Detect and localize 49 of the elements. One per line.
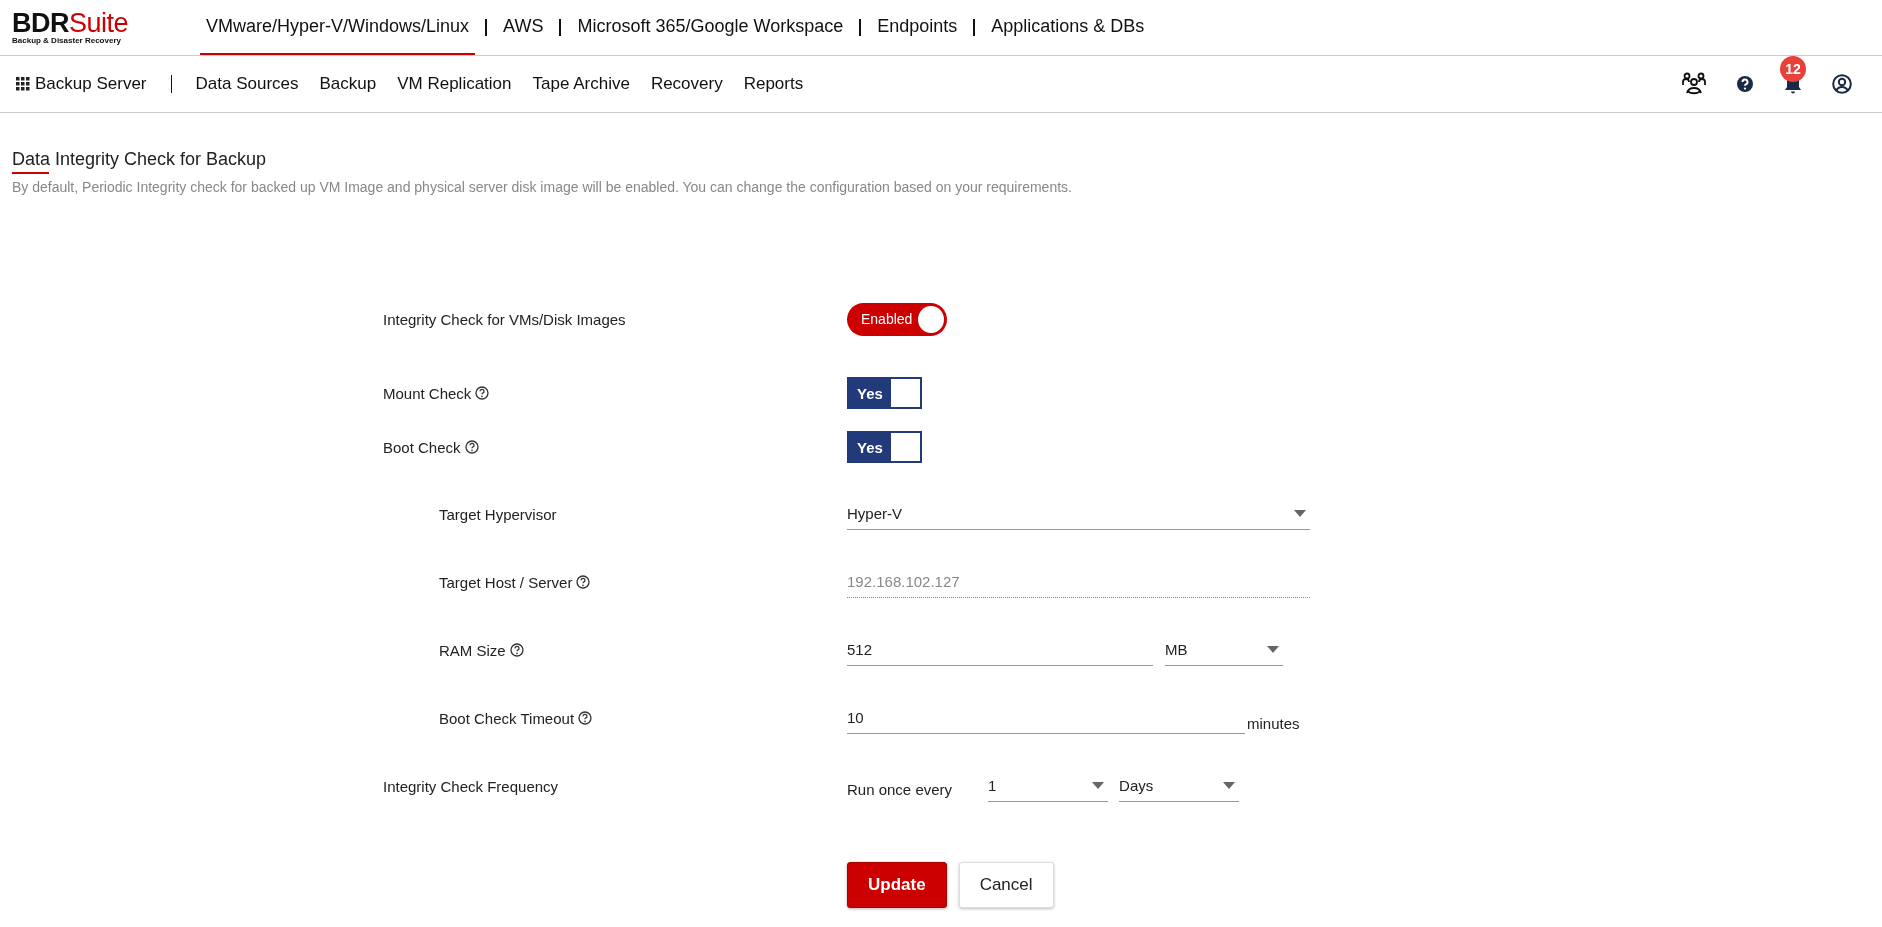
user-icon [1832, 74, 1852, 94]
field-prefix: Run once every [847, 779, 953, 798]
field-label: Boot Check [383, 438, 461, 456]
field-label: RAM Size [439, 641, 506, 659]
field-label: Mount Check [383, 384, 472, 402]
notification-badge: 12 [1780, 56, 1806, 82]
menu-tab[interactable]: Reports [743, 74, 804, 94]
field-label: Boot Check Timeout [439, 709, 575, 727]
profile-button[interactable] [1832, 74, 1852, 94]
menu-tab[interactable]: Data Sources [195, 74, 299, 94]
help-icon [1736, 75, 1754, 93]
yes-no-toggle[interactable]: Yes [847, 377, 922, 409]
update-button[interactable]: Update [847, 862, 947, 908]
grid-icon [16, 77, 30, 91]
caret-icon [1294, 510, 1306, 517]
field-label: Target Hypervisor [439, 505, 557, 523]
page-title: Data Integrity Check for Backup [12, 149, 267, 174]
app-switcher[interactable]: Backup Server [16, 74, 147, 94]
menu-tab[interactable]: Recovery [650, 74, 723, 94]
number-field[interactable]: 512 [847, 634, 1153, 666]
users-icon [1682, 72, 1706, 96]
period-dropdown[interactable]: Days [1119, 770, 1240, 802]
menu-tab[interactable]: VM Replication [397, 74, 512, 94]
yes-no-toggle[interactable]: Yes [847, 431, 922, 463]
nav-tab[interactable]: Microsoft 365/Google Workspace [571, 0, 850, 55]
caret-icon [1092, 782, 1105, 789]
dropdown[interactable]: Hyper-V [847, 498, 1310, 530]
caret-icon [1223, 782, 1236, 789]
field-label: Integrity Check Frequency [383, 777, 559, 795]
field-label: Integrity Check for VMs/Disk Images [383, 310, 626, 328]
menu-tab[interactable]: Tape Archive [532, 74, 630, 94]
cancel-button[interactable]: Cancel [958, 862, 1054, 908]
toggle-switch[interactable]: Enabled [847, 302, 947, 336]
brand-logo: BDRSuite [12, 9, 130, 36]
users-button[interactable] [1682, 72, 1706, 96]
nav-tab[interactable]: AWS [497, 0, 550, 55]
number-field[interactable]: 10 [847, 702, 1245, 734]
caret-icon [1267, 646, 1279, 653]
field-label: Target Host / Server [439, 573, 573, 591]
menu-tab[interactable]: Backup [319, 74, 377, 94]
nav-tab[interactable]: Endpoints [871, 0, 964, 55]
unit-label: minutes [1247, 715, 1300, 734]
brand-tagline: Backup & Disaster Recovery [12, 35, 122, 46]
unit-dropdown[interactable]: MB [1165, 634, 1283, 666]
nav-tab[interactable]: Applications & DBs [985, 0, 1151, 55]
nav-tab[interactable]: VMware/Hyper-V/Windows/Linux [200, 0, 476, 55]
page-description: By default, Periodic Integrity check for backed up VM Image and physical server disk image will be enabled. You can change the configuration based on your requirements. [12, 179, 1073, 195]
count-dropdown[interactable]: 1 [988, 770, 1109, 802]
help-button[interactable] [1736, 75, 1754, 93]
